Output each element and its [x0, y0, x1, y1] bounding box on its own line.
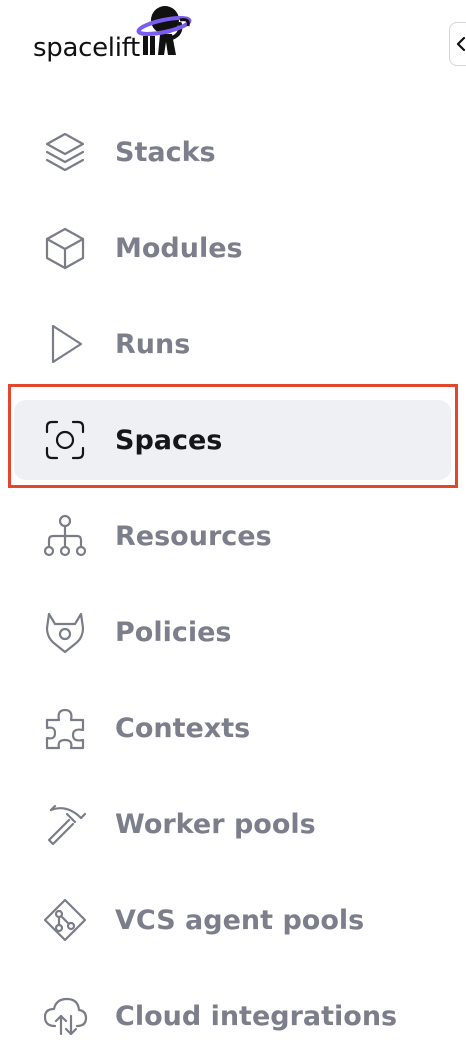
nav-item-contexts[interactable]: Contexts: [14, 688, 451, 768]
nav-item-label: Worker pools: [115, 808, 316, 840]
nav-item-runs[interactable]: Runs: [14, 304, 451, 384]
astronaut-logo-icon: [136, 6, 192, 55]
focus-circle-icon: [40, 415, 90, 465]
nav-item-policies[interactable]: Policies: [14, 592, 451, 672]
nav-item-label: Runs: [115, 328, 191, 360]
nav-item-vcs-agent-pools[interactable]: VCS agent pools: [14, 880, 451, 960]
cloud-sync-icon: [40, 991, 90, 1041]
nav-item-label: VCS agent pools: [115, 904, 365, 936]
nav-item-label: Stacks: [115, 136, 216, 168]
cube-icon: [40, 223, 90, 273]
puzzle-icon: [40, 703, 90, 753]
collapse-sidebar-button[interactable]: [449, 22, 466, 66]
nav-item-worker-pools[interactable]: Worker pools: [14, 784, 451, 864]
nav-item-label: Contexts: [115, 712, 251, 744]
nav-item-spaces[interactable]: Spaces: [14, 400, 451, 480]
layers-icon: [40, 127, 90, 177]
nav-item-stacks[interactable]: Stacks: [14, 112, 451, 192]
nav-item-resources[interactable]: Resources: [14, 496, 451, 576]
nav-item-label: Policies: [115, 616, 232, 648]
nav-item-label: Modules: [115, 232, 243, 264]
play-icon: [40, 319, 90, 369]
nav-item-label: Cloud integrations: [115, 1000, 398, 1032]
nav-item-cloud-integrations[interactable]: Cloud integrations: [14, 976, 451, 1056]
spacelift-logo[interactable]: spacelift: [33, 8, 140, 68]
chevron-left-icon: [456, 37, 466, 51]
hierarchy-icon: [40, 511, 90, 561]
nav-item-modules[interactable]: Modules: [14, 208, 451, 288]
nav-item-label: Spaces: [115, 424, 223, 456]
git-diamond-icon: [40, 895, 90, 945]
nav-item-label: Resources: [115, 520, 272, 552]
pickaxe-icon: [40, 799, 90, 849]
shield-horned-icon: [40, 607, 90, 657]
logo-text: spacelift: [33, 33, 140, 63]
sidebar: spacelift Stacks Modules Runs Spaces Res…: [0, 0, 466, 1064]
